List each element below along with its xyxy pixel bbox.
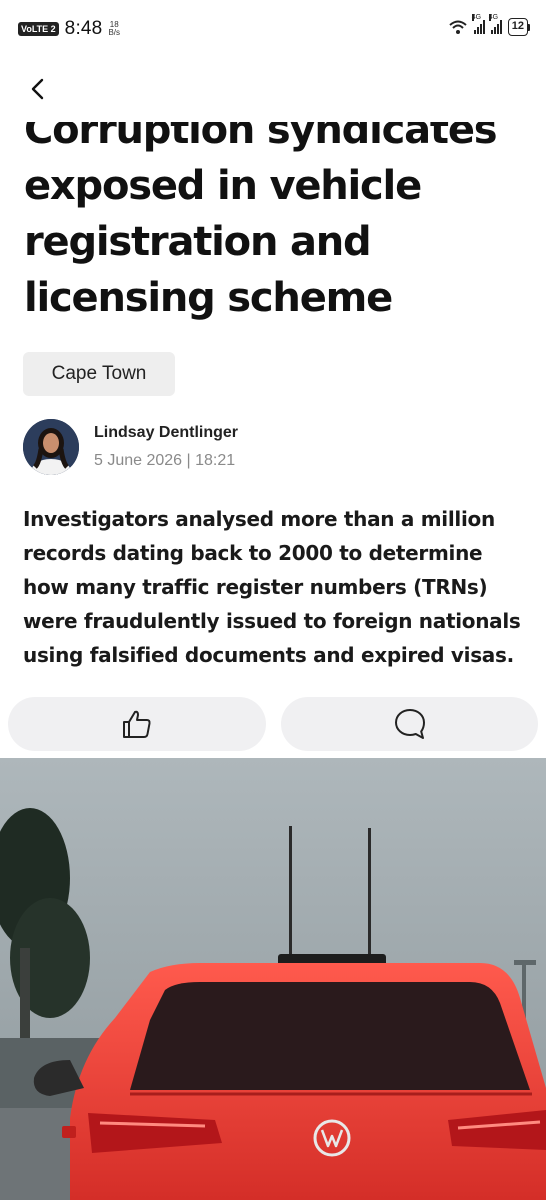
status-bar-left: VoLTE 2 8:48 18 B/s — [18, 18, 120, 40]
headline-container: Corruption syndicates exposed in vehicle… — [0, 122, 546, 332]
battery-tip — [528, 23, 530, 31]
volte-indicator: VoLTE 2 — [18, 22, 59, 36]
author-name[interactable]: Lindsay Dentlinger — [94, 424, 238, 442]
comment-button[interactable] — [281, 697, 538, 751]
back-button[interactable] — [20, 72, 54, 106]
like-button[interactable] — [8, 697, 266, 751]
author-avatar[interactable] — [23, 419, 79, 475]
location-tag[interactable]: Cape Town — [23, 352, 175, 396]
network-speed: 18 B/s — [108, 21, 120, 37]
hero-illustration — [0, 758, 546, 1200]
signal-icon: 4G — [471, 14, 485, 34]
back-arrow-icon — [31, 78, 44, 100]
article-hero-image[interactable] — [0, 758, 546, 1200]
clock: 8:48 — [64, 18, 103, 39]
article-summary: Investigators analysed more than a milli… — [23, 507, 521, 667]
article-headline: Corruption syndicates exposed in vehicle… — [24, 122, 498, 321]
wifi-icon — [449, 20, 467, 34]
battery-level: 12 — [507, 18, 528, 36]
avatar-image — [23, 419, 79, 475]
comment-bubble-icon — [394, 709, 425, 739]
battery-icon: 12 — [507, 18, 530, 36]
sim1-label: 4G — [471, 14, 482, 21]
sim2-label: 4G — [488, 14, 499, 21]
status-bar-right: 4G 4G 12 — [448, 14, 530, 36]
status-bar: VoLTE 2 8:48 18 B/s 4G 4G 12 — [0, 0, 546, 60]
signal-icon: 4G — [488, 14, 502, 34]
publish-date: 5 June 2026 | 18:21 — [94, 452, 236, 469]
network-speed-unit: B/s — [108, 28, 121, 37]
thumbs-up-icon — [123, 710, 151, 738]
